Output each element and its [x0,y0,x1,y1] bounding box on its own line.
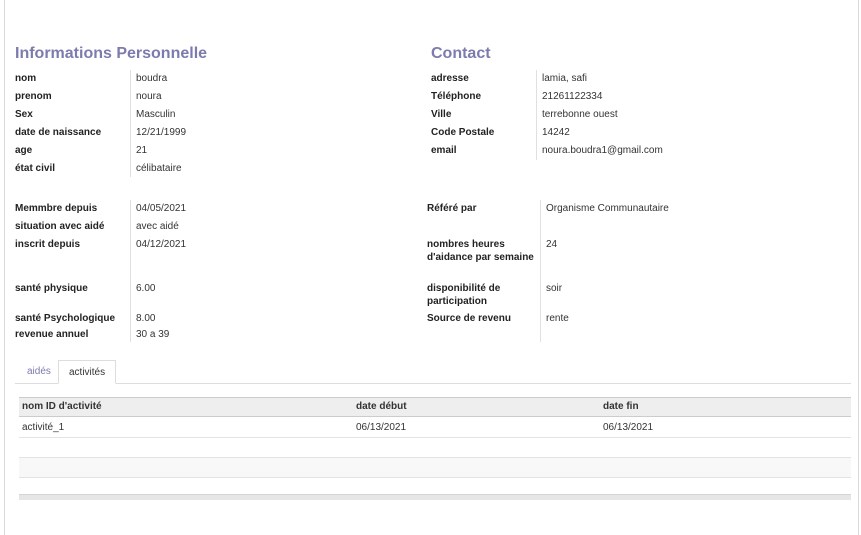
field-value[interactable]: 24 [540,238,820,251]
field-label: email [431,145,457,156]
field-label: Sex [15,109,33,120]
field-label: nombres heures d'aidance par semaine [427,239,534,263]
tab-activites[interactable]: activités [58,360,117,384]
field-value[interactable]: Masculin [130,106,380,124]
field-value[interactable]: 04/12/2021 [130,236,380,254]
field-value[interactable]: terrebonne ouest [536,106,836,124]
field-value[interactable]: avec aidé [130,218,380,236]
contact-title: Contact [431,45,491,62]
field-label: adresse [431,73,469,84]
table-row-empty [19,458,851,478]
field-value[interactable]: 21 [130,142,380,160]
field-label: Référé par [427,203,477,214]
cell-date-fin: 06/13/2021 [603,422,654,433]
field-value[interactable]: noura [130,88,380,106]
field-label: inscrit depuis [15,239,81,250]
table-row[interactable]: activité_1 06/13/2021 06/13/2021 [19,418,851,438]
field-label: date de naissance [15,127,102,138]
cell-activity-id: activité_1 [22,422,65,433]
table-footer [19,494,851,500]
field-label: nom [15,73,37,84]
field-value[interactable]: rente [540,310,820,328]
field-label: Téléphone [431,91,482,102]
field-label: Ville [431,109,452,120]
table-row-empty [19,438,851,458]
form-sheet: Informations Personnelle nom boudra pren… [4,0,859,535]
activities-table-header: nom ID d'activité date début date fin [19,397,851,417]
field-label: santé physique [15,283,88,294]
field-label: état civil [15,163,56,174]
table-row-empty [19,476,851,496]
field-label: situation avec aidé [15,221,105,232]
column-header-date-fin[interactable]: date fin [603,398,639,416]
field-value[interactable]: boudra [130,70,380,88]
field-value[interactable]: 04/05/2021 [130,200,380,218]
field-value[interactable]: soir [540,282,820,295]
tab-aides[interactable]: aidés [17,360,61,384]
field-label: Code Postale [431,127,495,138]
field-value[interactable]: lamia, safi [536,70,836,88]
field-value[interactable]: noura.boudra1@gmail.com [536,142,836,160]
personal-info-title: Informations Personnelle [15,45,208,62]
notebook-tabs: aidés activités [15,360,851,384]
field-value[interactable]: 12/21/1999 [130,124,380,142]
column-header-activity-id[interactable]: nom ID d'activité [22,398,102,416]
field-label: Source de revenu [427,313,511,324]
field-value[interactable]: 30 a 39 [130,326,380,344]
field-label: prenom [15,91,52,102]
field-value[interactable]: 21261122334 [536,88,836,106]
field-label: Memmbre depuis [15,203,98,214]
field-value[interactable]: 6.00 [130,280,380,298]
cell-date-debut: 06/13/2021 [356,422,407,433]
field-label: age [15,145,33,156]
field-label: disponibilité de participation [427,283,501,307]
field-value[interactable]: Organisme Communautaire [540,200,820,218]
field-value[interactable]: 14242 [536,124,836,142]
field-label: revenue annuel [15,329,89,340]
field-value[interactable]: célibataire [130,160,380,178]
column-header-date-debut[interactable]: date début [356,398,407,416]
